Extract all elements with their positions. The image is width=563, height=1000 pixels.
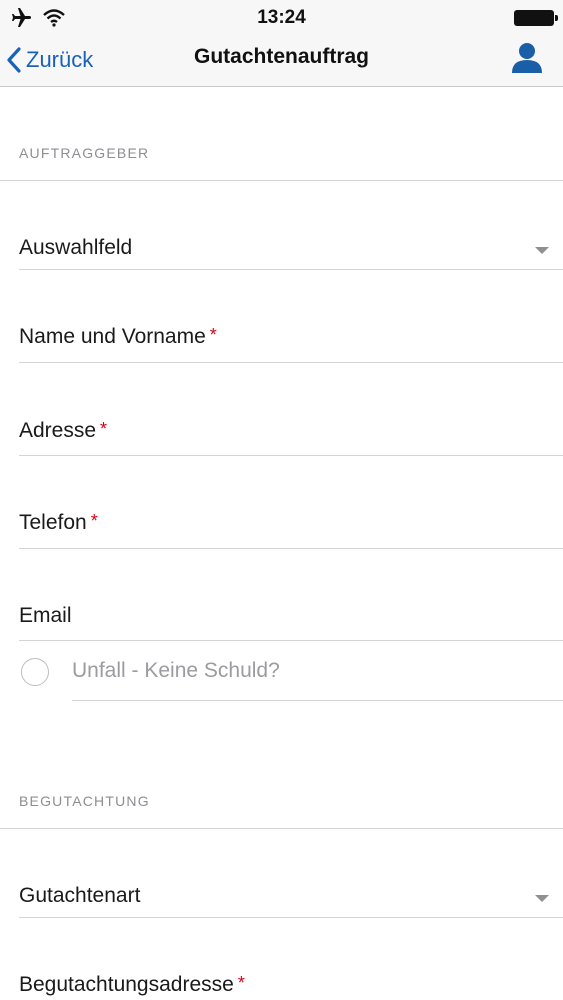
field-divider bbox=[19, 548, 563, 549]
adresse-field[interactable]: Adresse * bbox=[19, 419, 563, 443]
user-icon bbox=[512, 43, 542, 73]
required-mark: * bbox=[237, 973, 245, 993]
dropdown-arrow-icon bbox=[535, 247, 549, 254]
required-mark: * bbox=[209, 325, 217, 345]
email-field[interactable]: Email bbox=[19, 604, 563, 628]
auswahlfeld-select[interactable]: Auswahlfeld bbox=[19, 236, 563, 260]
telefon-label: Telefon bbox=[19, 511, 87, 534]
name-field[interactable]: Name und Vorname * bbox=[19, 325, 563, 349]
begutachtungsadresse-label: Begutachtungsadresse bbox=[19, 973, 234, 996]
field-divider bbox=[19, 917, 563, 918]
gutachtenart-select[interactable]: Gutachtenart bbox=[19, 884, 563, 908]
required-mark: * bbox=[100, 419, 108, 439]
navigation-bar: Zurück Gutachtenauftrag bbox=[0, 38, 563, 87]
back-label: Zurück bbox=[26, 47, 94, 72]
adresse-label: Adresse bbox=[19, 419, 97, 442]
profile-button[interactable] bbox=[509, 40, 545, 76]
unfall-label[interactable]: Unfall - Keine Schuld? bbox=[72, 659, 280, 683]
field-divider bbox=[19, 640, 563, 641]
section-divider bbox=[0, 828, 563, 829]
begutachtungsadresse-field[interactable]: Begutachtungsadresse * bbox=[19, 973, 563, 997]
auswahlfeld-label: Auswahlfeld bbox=[19, 236, 133, 259]
battery-icon bbox=[514, 10, 558, 26]
telefon-field[interactable]: Telefon * bbox=[19, 511, 563, 535]
field-divider bbox=[19, 269, 563, 270]
field-divider bbox=[19, 455, 563, 456]
section-header-begutachtung: BEGUTACHTUNG bbox=[19, 793, 150, 809]
email-label: Email bbox=[19, 604, 72, 627]
section-header-auftraggeber: AUFTRAGGEBER bbox=[19, 145, 150, 161]
unfall-radio[interactable] bbox=[21, 658, 49, 686]
status-bar: 13:24 bbox=[0, 0, 563, 38]
section-divider bbox=[0, 180, 563, 181]
required-mark: * bbox=[90, 511, 98, 531]
dropdown-arrow-icon bbox=[535, 895, 549, 902]
gutachtenart-label: Gutachtenart bbox=[19, 884, 141, 907]
back-button[interactable]: Zurück bbox=[6, 40, 93, 80]
name-label: Name und Vorname bbox=[19, 325, 206, 348]
field-divider bbox=[19, 362, 563, 363]
chevron-left-icon bbox=[7, 47, 21, 73]
status-time: 13:24 bbox=[257, 7, 306, 28]
field-divider bbox=[72, 700, 563, 701]
